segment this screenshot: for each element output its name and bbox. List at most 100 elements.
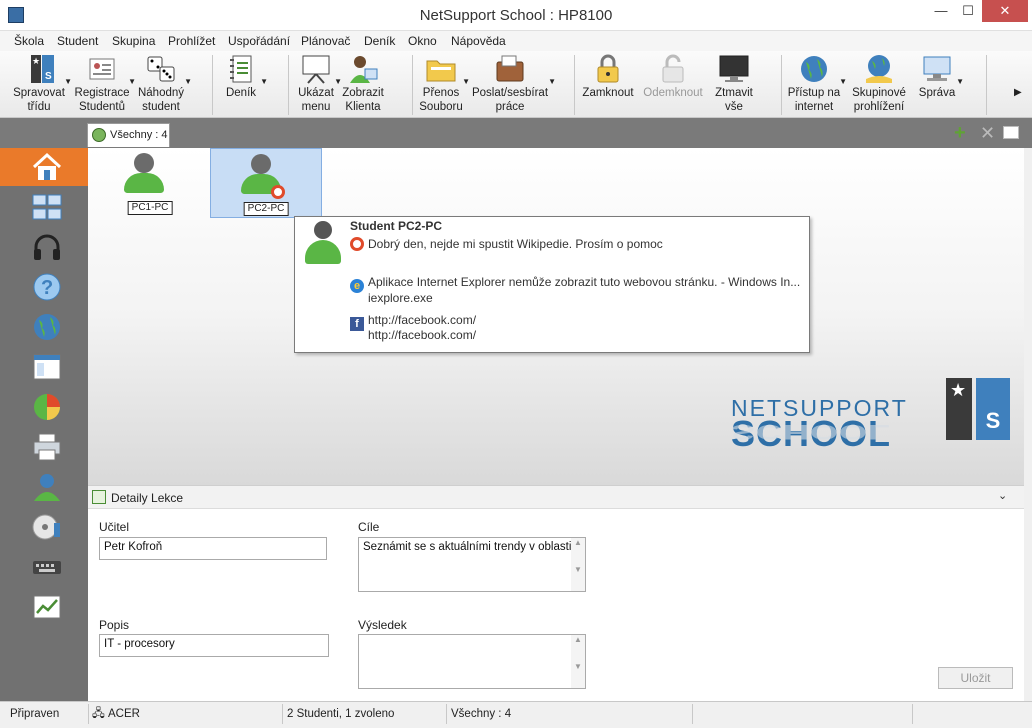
menu-skupina[interactable]: Skupina xyxy=(112,34,155,48)
toolbar-separator xyxy=(781,55,782,115)
skupinove-prohlizeni-button[interactable]: Skupinové prohlížení xyxy=(850,53,908,117)
denik-button[interactable]: Deník ▼ xyxy=(220,53,268,117)
tab-vsechny[interactable]: Všechny : 4 xyxy=(87,123,170,147)
toolbar-more-icon[interactable]: ▶ xyxy=(1014,87,1022,98)
dropdown-arrow-icon[interactable]: ▼ xyxy=(64,75,72,89)
view-options-icon[interactable] xyxy=(1003,126,1019,139)
home-icon xyxy=(32,152,62,180)
toolbar-label: menu xyxy=(301,101,331,113)
remove-tab-icon[interactable]: ✕ xyxy=(980,124,995,142)
toolbar-label: Klienta xyxy=(345,101,381,113)
toolbar-label: Přenos xyxy=(422,87,460,99)
menu-usporadani[interactable]: Uspořádání xyxy=(228,34,290,48)
collapse-icon[interactable]: ⌄ xyxy=(998,489,1007,502)
sidebar-item-audio[interactable] xyxy=(0,228,88,266)
registrace-studentu-button[interactable]: Registrace Studentů ▼ xyxy=(74,53,136,117)
ukazat-menu-button[interactable]: Ukázat menu ▼ xyxy=(296,53,342,117)
details-title: Detaily Lekce xyxy=(111,491,184,505)
zobrazit-klienta-button[interactable]: Zobrazit Klienta xyxy=(340,53,386,117)
spravovat-tridu-button[interactable]: S ★ Spravovat třídu ▼ xyxy=(12,53,72,117)
sidebar-item-help[interactable]: ? xyxy=(0,268,88,306)
description-input[interactable]: IT - procesory xyxy=(99,634,329,657)
menu-okno[interactable]: Okno xyxy=(408,34,437,48)
menu-student[interactable]: Student xyxy=(57,34,98,48)
teacher-label: Učitel xyxy=(99,520,130,534)
tooltip-help-line: Dobrý den, nejde mi spustit Wikipedie. P… xyxy=(350,237,663,251)
unlock-icon xyxy=(662,54,684,83)
toolbar-label: internet xyxy=(794,101,834,113)
prenos-souboru-button[interactable]: Přenos Souboru ▼ xyxy=(418,53,470,117)
lock-icon xyxy=(597,54,619,83)
sprava-button[interactable]: Správa ▼ xyxy=(916,53,964,117)
student-avatar-icon xyxy=(124,173,164,193)
sidebar-item-keyboard[interactable] xyxy=(0,548,88,586)
zamknout-button[interactable]: Zamknout xyxy=(580,53,636,117)
dropdown-arrow-icon[interactable]: ▼ xyxy=(548,75,556,89)
help-request-icon xyxy=(350,237,364,251)
pristup-na-internet-button[interactable]: Přístup na internet ▼ xyxy=(787,53,847,117)
menu-planovac[interactable]: Plánovač xyxy=(301,34,350,48)
dropdown-arrow-icon[interactable]: ▼ xyxy=(462,75,470,89)
sidebar-item-users[interactable] xyxy=(0,468,88,506)
presentation-icon xyxy=(302,55,330,84)
sidebar-item-monitoring[interactable] xyxy=(0,588,88,626)
register-icon xyxy=(89,58,115,80)
dropdown-arrow-icon[interactable]: ▼ xyxy=(184,75,192,89)
add-tab-icon[interactable]: + xyxy=(954,123,966,143)
odemknout-button[interactable]: Odemknout xyxy=(640,53,706,117)
teacher-input[interactable]: Petr Kofroň xyxy=(99,537,327,560)
school-logo-icon: ★ S xyxy=(946,378,1010,440)
toolbar-label: Správa xyxy=(918,87,956,99)
menu-skola[interactable]: Škola xyxy=(14,34,44,48)
ztmavit-vse-button[interactable]: Ztmavit vše xyxy=(712,53,756,117)
maximize-button[interactable]: ☐ xyxy=(955,0,981,22)
toolbar-separator xyxy=(412,55,413,115)
dice-icon xyxy=(147,56,175,82)
status-divider xyxy=(692,704,693,724)
star-icon: ★ xyxy=(950,380,967,400)
view-client-icon xyxy=(350,56,378,83)
close-button[interactable]: ✕ xyxy=(982,0,1028,22)
student-avatar-icon xyxy=(251,154,271,174)
brand-reflection: SCHOOL xyxy=(731,420,892,445)
toolbar-label: prohlížení xyxy=(853,101,905,113)
dropdown-arrow-icon[interactable]: ▼ xyxy=(128,75,136,89)
monitor-icon xyxy=(719,55,749,82)
poslat-sesbirat-button[interactable]: Poslat/sesbírat práce ▼ xyxy=(470,53,556,117)
sidebar-item-classroom[interactable] xyxy=(0,148,88,186)
sidebar-item-printing[interactable] xyxy=(0,428,88,466)
sidebar-item-thumbnails[interactable] xyxy=(0,188,88,226)
svg-text:?: ? xyxy=(41,277,53,299)
scrollbar[interactable]: ▲ ▼ xyxy=(571,635,585,688)
sidebar-item-devices[interactable] xyxy=(0,508,88,546)
save-button[interactable]: Uložit xyxy=(938,667,1013,689)
group-icon xyxy=(92,128,106,142)
menu-napoveda[interactable]: Nápověda xyxy=(451,34,506,48)
result-textarea[interactable]: ▲ ▼ xyxy=(358,634,586,689)
student-avatar-icon xyxy=(305,221,341,265)
sidebar-item-reports[interactable] xyxy=(0,388,88,426)
netsupport-logo: NETSUPPORT SCHOOL SCHOOL ★ S xyxy=(731,378,1011,483)
minimize-button[interactable]: — xyxy=(928,0,954,22)
student-tooltip: Student PC2-PC Dobrý den, nejde mi spust… xyxy=(294,216,810,353)
student-pc2[interactable]: PC2-PC xyxy=(210,148,322,218)
dropdown-arrow-icon[interactable]: ▼ xyxy=(956,75,964,89)
dropdown-arrow-icon[interactable]: ▼ xyxy=(839,75,847,89)
computer-icon: 🖧 xyxy=(92,708,105,720)
goals-textarea[interactable]: Seznámit se s aktuálními trendy v oblast… xyxy=(358,537,586,592)
toolbar-label: Studentů xyxy=(78,101,126,113)
folder-icon xyxy=(426,60,456,82)
user-icon xyxy=(34,474,60,501)
nahodny-student-button[interactable]: Náhodný student ▼ xyxy=(136,53,192,117)
sidebar-item-applications[interactable] xyxy=(0,348,88,386)
question-icon: ? xyxy=(33,273,61,301)
sidebar-item-internet[interactable] xyxy=(0,308,88,346)
scrollbar[interactable]: ▲ ▼ xyxy=(571,538,585,591)
student-pc1[interactable]: PC1-PC xyxy=(94,148,206,218)
menu-denik[interactable]: Deník xyxy=(364,34,395,48)
status-ready: Připraven xyxy=(10,708,60,720)
dropdown-arrow-icon[interactable]: ▼ xyxy=(260,75,268,89)
internet-explorer-icon: e xyxy=(350,279,364,293)
student-name: PC1-PC xyxy=(127,201,173,215)
menu-prohlizet[interactable]: Prohlížet xyxy=(168,34,215,48)
